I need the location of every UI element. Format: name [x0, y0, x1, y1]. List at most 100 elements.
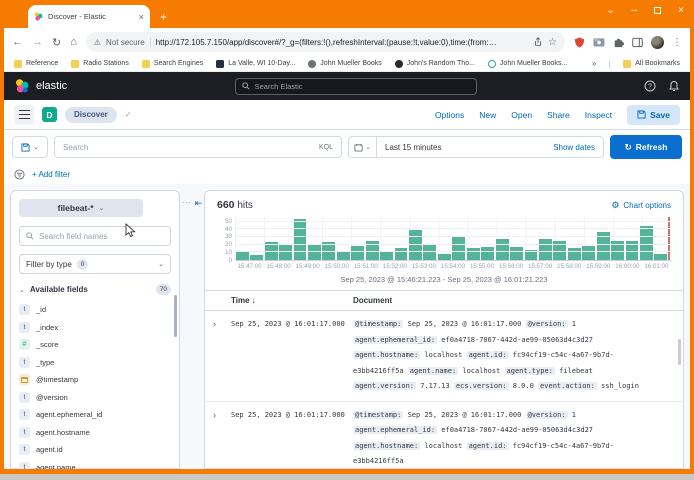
help-icon[interactable]: ? — [644, 80, 656, 92]
date-picker[interactable]: ⌄ Last 15 minutes Show dates — [348, 136, 604, 158]
minimize-button[interactable]: – — [632, 5, 638, 16]
field-chip[interactable]: @version: — [526, 411, 568, 419]
bookmark-item[interactable]: La Valle, WI 10-Day... — [216, 60, 295, 68]
table-scrollbar[interactable] — [678, 339, 681, 365]
field-chip[interactable]: agent.ephemeral_id: — [353, 336, 437, 344]
histogram-bar[interactable] — [654, 254, 667, 260]
histogram-bar[interactable] — [496, 239, 509, 261]
field-chip[interactable]: agent.ephemeral_id: — [353, 426, 437, 434]
document-column-header[interactable]: Document — [353, 296, 683, 305]
histogram-bar[interactable] — [409, 230, 422, 260]
saved-query-menu-button[interactable]: ⌄ — [12, 136, 48, 158]
histogram-bar[interactable] — [351, 246, 364, 260]
refresh-button[interactable]: ↻ Refresh — [610, 135, 682, 159]
show-dates-link[interactable]: Show dates — [553, 143, 603, 152]
histogram-bar[interactable] — [438, 254, 451, 260]
add-filter-link[interactable]: + Add filter — [32, 170, 70, 179]
tab-search-icon[interactable]: ⌄ — [606, 5, 614, 16]
field-chip[interactable]: event.action: — [538, 382, 597, 390]
histogram-bar[interactable] — [481, 247, 494, 260]
field-search-input[interactable]: Search field names — [19, 226, 171, 246]
bookmarks-overflow-icon[interactable]: » — [592, 59, 596, 68]
back-icon[interactable]: ← — [12, 36, 23, 48]
field-item[interactable]: @timestamp — [19, 373, 171, 386]
histogram-bar[interactable] — [250, 255, 263, 260]
filter-options-icon[interactable] — [14, 169, 25, 180]
expand-row-icon[interactable]: › — [213, 408, 231, 470]
field-chip[interactable]: @version: — [526, 320, 568, 328]
table-row[interactable]: ›Sep 25, 2023 @ 16:01:17.000@timestamp: … — [205, 402, 683, 470]
kql-search-input[interactable]: Search KQL — [54, 136, 342, 158]
close-window-button[interactable]: × — [678, 5, 684, 16]
hamburger-menu-icon[interactable] — [14, 105, 34, 125]
sidebar-scrollbar[interactable] — [174, 295, 177, 337]
address-bar[interactable]: ⚠ Not secure http://172.105.7.150/app/di… — [86, 32, 565, 52]
histogram-bar[interactable] — [423, 245, 436, 260]
histogram-bar[interactable] — [539, 239, 552, 261]
tab-close-icon[interactable]: × — [139, 12, 144, 22]
field-item[interactable]: t_id — [19, 303, 171, 316]
table-row[interactable]: ›Sep 25, 2023 @ 16:01:17.000@timestamp: … — [205, 311, 683, 402]
histogram-bar[interactable] — [452, 237, 465, 260]
home-icon[interactable]: ⌂ — [70, 36, 77, 48]
save-button[interactable]: Save — [627, 105, 680, 125]
field-chip[interactable]: agent.id: — [467, 351, 509, 359]
histogram-bar[interactable] — [510, 247, 523, 260]
adblock-shield-icon[interactable] — [574, 37, 585, 48]
bookmark-item[interactable]: John Mueller Books — [308, 60, 381, 68]
nav-link-inspect[interactable]: Inspect — [585, 110, 612, 120]
field-chip[interactable]: ecs.version: — [454, 382, 509, 390]
nav-link-open[interactable]: Open — [511, 110, 532, 120]
field-chip[interactable]: agent.id: — [467, 442, 509, 450]
reload-icon[interactable]: ↻ — [52, 36, 61, 49]
bookmark-item[interactable]: John Mueller Books... — [488, 60, 567, 68]
field-item[interactable]: tagent.id — [19, 443, 171, 456]
field-chip[interactable]: @timestamp: — [353, 411, 403, 419]
filter-by-type-select[interactable]: Filter by type 0 ⌄ — [19, 254, 171, 274]
histogram-bar[interactable] — [279, 245, 292, 260]
histogram-bar[interactable] — [308, 245, 321, 260]
field-chip[interactable]: agent.version: — [353, 382, 416, 390]
histogram-bar[interactable] — [568, 248, 581, 260]
field-item[interactable]: tagent.hostname — [19, 426, 171, 439]
nav-link-new[interactable]: New — [479, 110, 496, 120]
field-chip[interactable]: agent.hostname: — [353, 442, 420, 450]
breadcrumb[interactable]: Discover — [65, 107, 117, 123]
url-text[interactable]: http://172.105.7.150/app/discover#/?_g=(… — [156, 38, 528, 47]
nav-link-options[interactable]: Options — [435, 110, 464, 120]
chart-options-button[interactable]: ⚙ Chart options — [611, 200, 671, 211]
field-item[interactable]: tagent.ephemeral_id — [19, 408, 171, 421]
extensions-puzzle-icon[interactable] — [613, 37, 624, 48]
all-bookmarks-button[interactable]: All Bookmarks — [623, 60, 680, 68]
histogram-bar[interactable] — [294, 219, 307, 260]
field-item[interactable]: #_score — [19, 338, 171, 351]
index-pattern-selector[interactable]: filebeat-* ⌄ — [19, 199, 143, 217]
bookmark-item[interactable]: Reference — [14, 60, 58, 68]
field-item[interactable]: t_index — [19, 321, 171, 334]
available-fields-header[interactable]: ⌄ Available fields 70 — [19, 284, 171, 295]
forward-icon[interactable]: → — [32, 36, 43, 48]
collapse-sidebar-icon[interactable]: ⇤ — [195, 199, 203, 207]
global-search-input[interactable]: Search Elastic — [235, 78, 477, 95]
screenshot-extension-icon[interactable] — [593, 37, 605, 47]
new-tab-button[interactable]: + — [160, 10, 167, 24]
field-item[interactable]: t@version — [19, 391, 171, 404]
histogram-bar[interactable] — [582, 246, 595, 260]
browser-tab[interactable]: Discover - Elastic × — [28, 5, 150, 28]
sort-desc-icon[interactable]: ↓ — [252, 296, 256, 305]
side-panel-icon[interactable] — [632, 37, 643, 48]
field-chip[interactable]: @timestamp: — [353, 320, 403, 328]
field-item[interactable]: t_type — [19, 356, 171, 369]
date-quick-menu-button[interactable]: ⌄ — [349, 137, 377, 157]
alerts-bell-icon[interactable] — [668, 80, 680, 92]
not-secure-label[interactable]: Not secure — [106, 38, 145, 47]
bookmark-star-icon[interactable]: ☆ — [548, 37, 557, 48]
expand-row-icon[interactable]: › — [213, 317, 231, 395]
time-range-value[interactable]: Last 15 minutes — [377, 143, 553, 152]
bookmark-item[interactable]: Radio Stations — [71, 60, 129, 68]
field-chip[interactable]: agent.type: — [505, 367, 555, 375]
profile-avatar[interactable] — [651, 36, 664, 49]
bookmark-item[interactable]: Search Engines — [142, 60, 203, 68]
more-options-icon[interactable]: ⋯ — [182, 199, 191, 205]
discover-app-badge[interactable]: D — [42, 107, 57, 122]
